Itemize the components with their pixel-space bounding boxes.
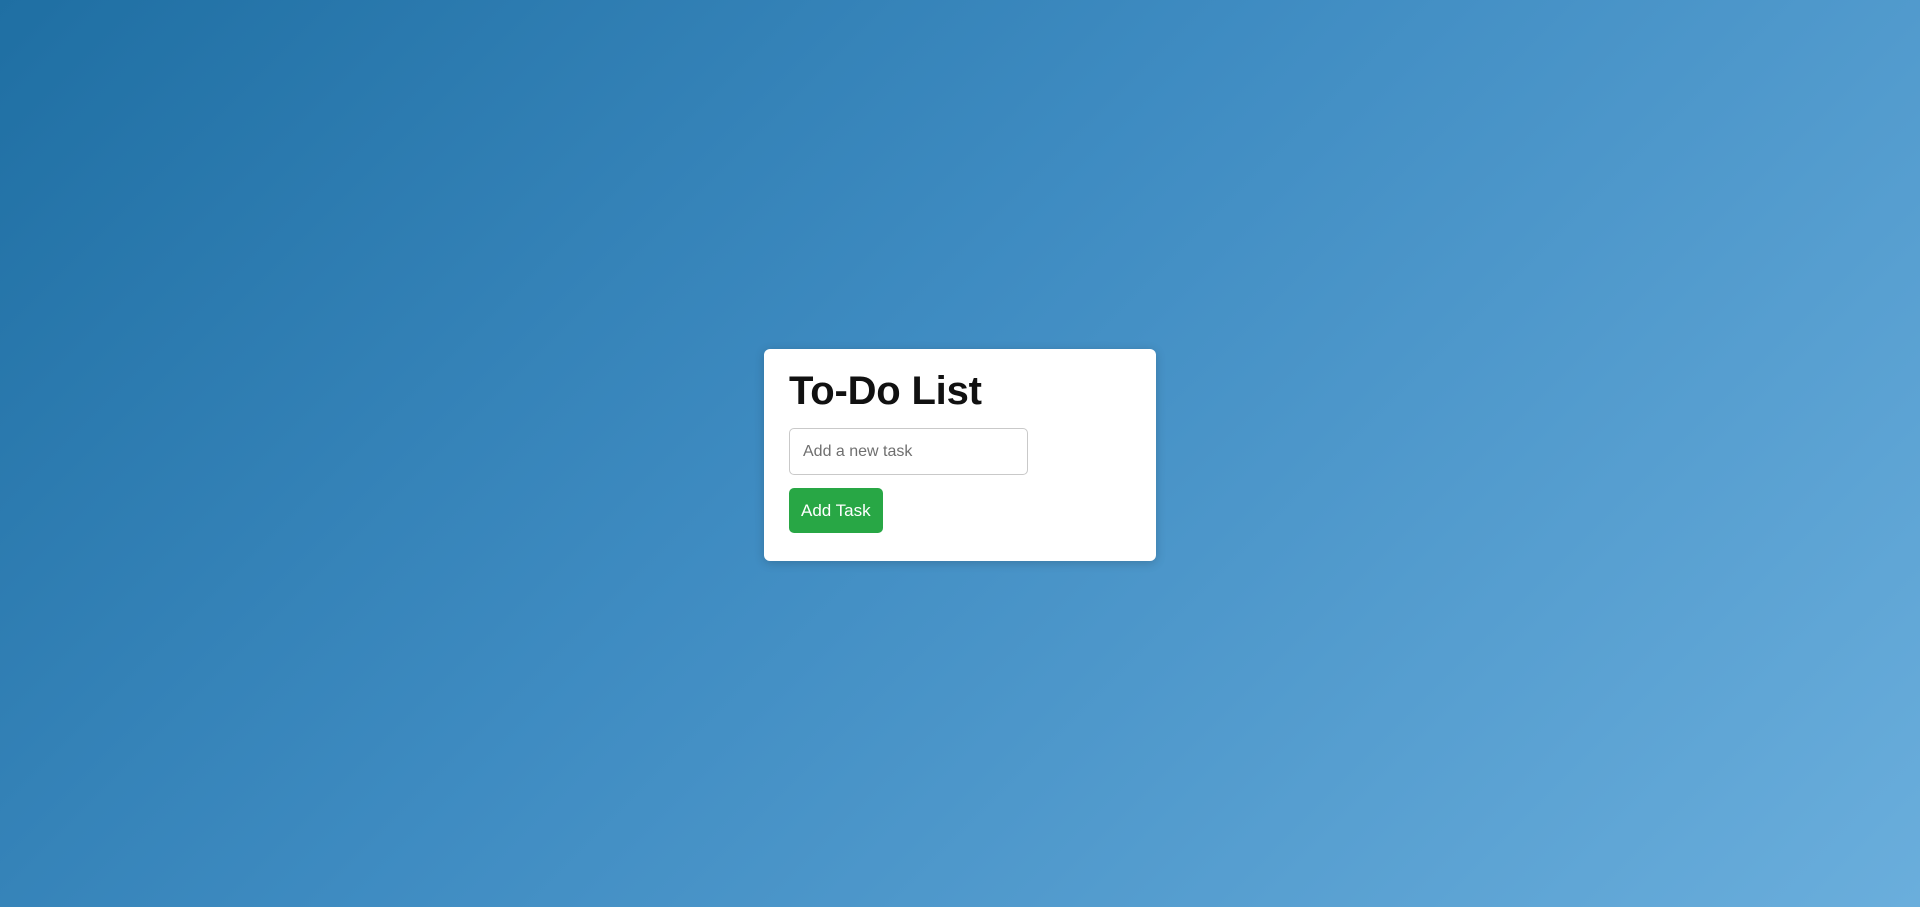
add-task-button[interactable]: Add Task [789, 488, 883, 533]
page-background: { "todo": { "title": "To-Do List", "inpu… [0, 0, 1920, 907]
new-task-input[interactable] [789, 428, 1028, 475]
todo-card: To-Do List Add Task [764, 349, 1156, 561]
page-title: To-Do List [789, 369, 982, 413]
